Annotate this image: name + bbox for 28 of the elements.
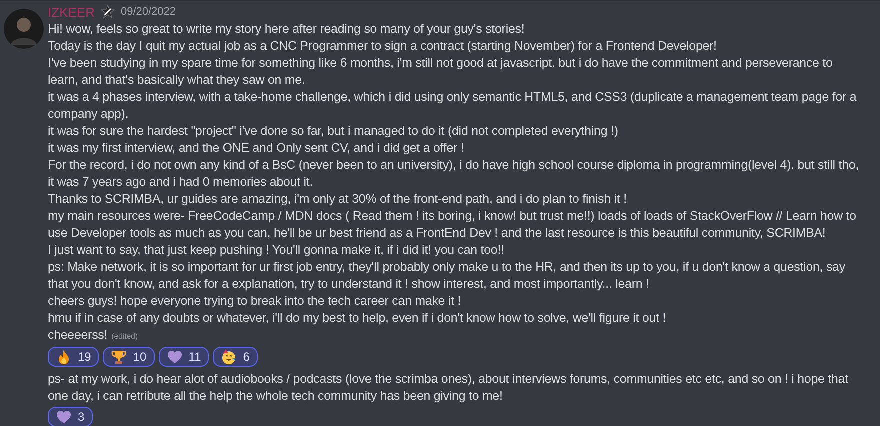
reaction-button[interactable]: 19	[48, 347, 100, 367]
message-text: ps: Make network, it is so important for ur first job entry, they'll probably only make u to the HR, and then its up to you, if u don't know a question, say that you don't know, and ask for a explanation, try to understand it ! show interest, and most importantly... learn !	[48, 260, 846, 291]
message-text: For the record, i do not own any kind of a BsC (never been to an university), i do have high school course diploma in programming(level 4). but still tho, it was 7 years ago and i had 0 memories about it.	[48, 158, 860, 189]
party-face-icon	[221, 349, 238, 365]
heart-icon	[166, 349, 183, 365]
message-text: cheers guys! hope everyone trying to break into the tech career can make it !	[48, 294, 462, 308]
message-text: it was for sure the hardest "project" i've done so far, but i managed to do it (did not completed everything !)	[48, 124, 618, 138]
message-text: it was a 4 phases interview, with a take-home challenge, which i did using only semantic HTML5, and CSS3 (duplicate a management team page for a company app).	[48, 90, 857, 121]
message-text: cheeeerss!	[48, 328, 108, 342]
reaction-button[interactable]: 10	[103, 347, 155, 367]
heart-icon	[56, 409, 72, 425]
message-text: Hi! wow, feels so great to write my story here after reading so many of your guy's stories!	[48, 22, 525, 36]
reaction-button[interactable]: 6	[213, 347, 258, 367]
reaction-button[interactable]: 3	[48, 407, 93, 426]
trophy-icon	[111, 349, 128, 365]
avatar	[4, 9, 44, 49]
message-text: it was my first interview, and the ONE and Only sent CV, and i did get a offer !	[48, 141, 464, 155]
message-text: Thanks to SCRIMBA, ur guides are amazing, i'm only at 30% of the front-end path, and i do plan to finish it !	[48, 192, 627, 206]
message-text: I've been studying in my spare time for something like 6 months, i'm still not good at javascript. but i do have the commitment and perseverance to learn, and that's basically what they saw on me.	[48, 56, 833, 87]
message-text: hmu if in case of any doubts or whatever, i'll do my best to help, even if i don't know how to solve, we'll figure it out !	[48, 311, 666, 325]
message-text: I just want to say, that just keep pushing ! You'll gonna make it, if i did it! you can too!!	[48, 243, 504, 257]
message-text: my main resources were- FreeCodeCamp / MDN docs ( Read them ! its boring, i know! but trust me!!) loads of loads of StackOverFlow // Learn how to use Developer tools as much as you can, he'll be ur best friend as a FrontEnd Dev ! and the last resource is this beautiful community, SCRIMBA!	[48, 209, 856, 240]
timestamp: 09/20/2022	[120, 6, 176, 18]
edited-label: (edited)	[112, 332, 138, 341]
message-text: ps- at my work, i do hear alot of audiobooks / podcasts (love the scrimba ones), about interviews forums, communities etc etc, and so on ! i hope that one day, i can retribute all the help the whole tech community has been giving to me!	[48, 372, 848, 403]
reaction-button[interactable]: 11	[158, 347, 210, 367]
flame-icon	[56, 349, 72, 365]
message-text: Today is the day I quit my actual job as a CNC Programmer to sign a contract (starting November) for a Frontend Developer!	[48, 39, 717, 53]
